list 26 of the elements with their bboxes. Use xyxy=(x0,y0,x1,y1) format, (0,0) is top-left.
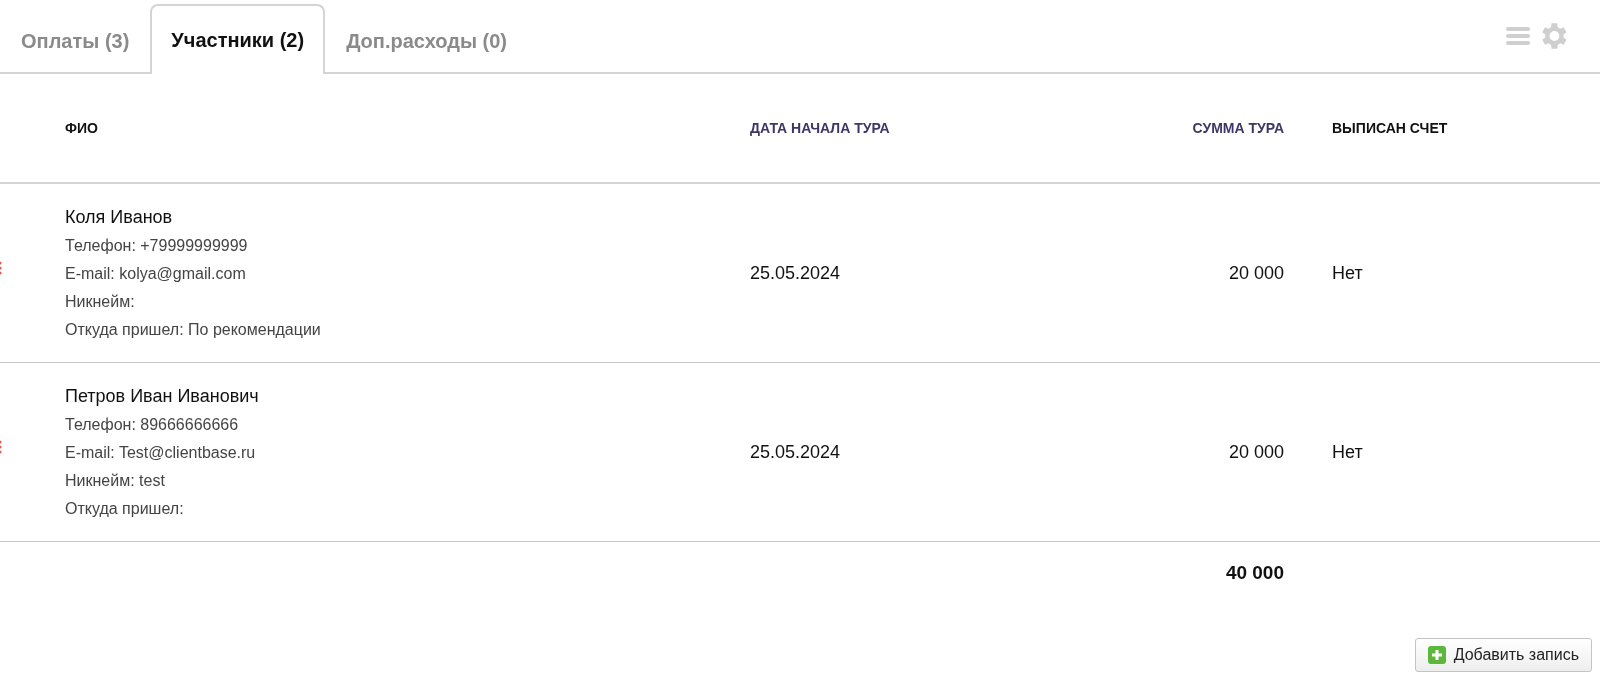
participant-name: Коля Иванов xyxy=(65,205,173,229)
table-cell: 20 000 xyxy=(1228,441,1284,462)
table-cell: Нет xyxy=(1332,262,1363,283)
table-cell: 25.05.2024 xyxy=(750,262,841,283)
table-cell: 25.05.2024 xyxy=(750,441,841,462)
add-record-button[interactable]: Добавить запись xyxy=(1414,638,1592,672)
participant-detail: Откуда пришел: По рекомендации xyxy=(65,319,321,340)
tab[interactable]: Участники (2) xyxy=(150,4,326,74)
participant-name: Петров Иван Иванович xyxy=(65,384,259,408)
table-cell: 20 000 xyxy=(1228,262,1284,283)
plus-icon xyxy=(1427,646,1446,664)
table-cell: Нет xyxy=(1332,441,1363,462)
participant-detail: Никнейм: xyxy=(65,291,135,312)
more-icon[interactable] xyxy=(0,260,4,276)
participant-detail: Откуда пришел: xyxy=(65,498,184,519)
column-header: ВЫПИСАН СЧЕТ xyxy=(1331,120,1449,136)
total-sum: 40 000 xyxy=(1225,562,1284,583)
column-header: СУММА ТУРА xyxy=(1191,120,1285,136)
column-header: ДАТА НАЧАЛА ТУРА xyxy=(750,120,891,136)
participant-detail: Телефон: +79999999999 xyxy=(65,235,248,256)
participant-detail: Никнейм: test xyxy=(65,470,165,491)
column-header: ФИО xyxy=(65,120,99,136)
more-icon[interactable] xyxy=(0,439,4,455)
participant-detail: E-mail: Test@clientbase.ru xyxy=(65,442,256,463)
participant-detail: E-mail: kolya@gmail.com xyxy=(65,263,246,284)
participant-detail: Телефон: 89666666666 xyxy=(65,414,239,435)
